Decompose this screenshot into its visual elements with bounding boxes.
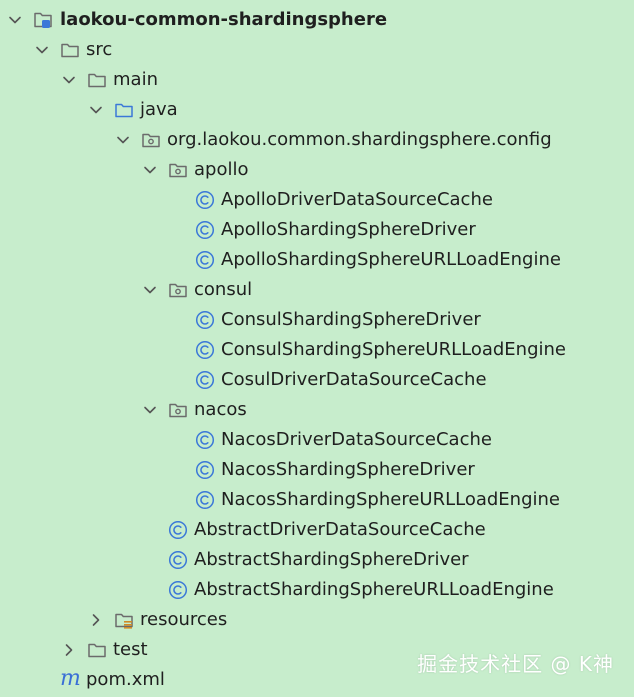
folder-icon bbox=[60, 40, 80, 60]
tree-node-class[interactable]: AbstractShardingSphereURLLoadEngine bbox=[0, 575, 634, 605]
maven-icon: m bbox=[60, 666, 81, 691]
package-icon bbox=[141, 130, 161, 150]
tree-node-label: test bbox=[113, 639, 148, 660]
class-icon bbox=[195, 490, 215, 510]
tree-node-class[interactable]: ApolloShardingSphereDriver bbox=[0, 215, 634, 245]
tree-node-nacos[interactable]: nacos bbox=[0, 395, 634, 425]
package-icon bbox=[168, 280, 188, 300]
tree-node-class[interactable]: CosulDriverDataSourceCache bbox=[0, 365, 634, 395]
tree-node-label: src bbox=[86, 39, 113, 60]
tree-node-class[interactable]: ApolloShardingSphereURLLoadEngine bbox=[0, 245, 634, 275]
resources-folder-icon bbox=[114, 610, 134, 630]
tree-node-consul[interactable]: consul bbox=[0, 275, 634, 305]
class-icon bbox=[195, 460, 215, 480]
tree-node-class[interactable]: AbstractShardingSphereDriver bbox=[0, 545, 634, 575]
folder-icon bbox=[87, 640, 107, 660]
class-name: CosulDriverDataSourceCache bbox=[221, 369, 487, 390]
tree-node-class[interactable]: NacosDriverDataSourceCache bbox=[0, 425, 634, 455]
class-name: ConsulShardingSphereDriver bbox=[221, 309, 481, 330]
chevron-right-icon[interactable] bbox=[87, 605, 105, 635]
tree-node-java[interactable]: java bbox=[0, 95, 634, 125]
tree-node-label: org.laokou.common.shardingsphere.config bbox=[167, 129, 552, 150]
class-name: ApolloShardingSphereDriver bbox=[221, 219, 476, 240]
tree-node-label: apollo bbox=[194, 159, 249, 180]
tree-node-label: main bbox=[113, 69, 158, 90]
class-name: AbstractDriverDataSourceCache bbox=[194, 519, 486, 540]
file-name: pom.xml bbox=[86, 669, 165, 690]
chevron-down-icon[interactable] bbox=[87, 95, 105, 125]
tree-node-label: consul bbox=[194, 279, 253, 300]
tree-node-resources[interactable]: resources bbox=[0, 605, 634, 635]
tree-node-apollo[interactable]: apollo bbox=[0, 155, 634, 185]
class-icon bbox=[168, 550, 188, 570]
class-icon bbox=[195, 310, 215, 330]
class-name: NacosShardingSphereURLLoadEngine bbox=[221, 489, 560, 510]
chevron-down-icon[interactable] bbox=[114, 125, 132, 155]
tree-node-root-module[interactable]: laokou-common-shardingsphere bbox=[0, 5, 634, 35]
module-folder-icon bbox=[33, 10, 53, 30]
project-tree: laokou-common-shardingsphere src main ja… bbox=[0, 5, 634, 695]
tree-node-class[interactable]: NacosShardingSphereDriver bbox=[0, 455, 634, 485]
class-name: AbstractShardingSphereDriver bbox=[194, 549, 469, 570]
class-icon bbox=[195, 340, 215, 360]
class-icon bbox=[195, 190, 215, 210]
class-name: NacosDriverDataSourceCache bbox=[221, 429, 492, 450]
chevron-down-icon[interactable] bbox=[60, 65, 78, 95]
chevron-down-icon[interactable] bbox=[141, 275, 159, 305]
chevron-right-icon[interactable] bbox=[60, 635, 78, 665]
class-name: ApolloShardingSphereURLLoadEngine bbox=[221, 249, 561, 270]
package-icon bbox=[168, 160, 188, 180]
tree-node-class[interactable]: ConsulShardingSphereDriver bbox=[0, 305, 634, 335]
class-icon bbox=[195, 370, 215, 390]
class-icon bbox=[195, 430, 215, 450]
tree-node-class[interactable]: NacosShardingSphereURLLoadEngine bbox=[0, 485, 634, 515]
tree-node-label: resources bbox=[140, 609, 228, 630]
class-icon bbox=[168, 520, 188, 540]
source-folder-icon bbox=[114, 100, 134, 120]
tree-node-class[interactable]: AbstractDriverDataSourceCache bbox=[0, 515, 634, 545]
tree-node-src[interactable]: src bbox=[0, 35, 634, 65]
folder-icon bbox=[87, 70, 107, 90]
class-icon bbox=[195, 220, 215, 240]
tree-node-class[interactable]: ApolloDriverDataSourceCache bbox=[0, 185, 634, 215]
class-name: NacosShardingSphereDriver bbox=[221, 459, 475, 480]
package-icon bbox=[168, 400, 188, 420]
class-icon bbox=[168, 580, 188, 600]
tree-node-class[interactable]: ConsulShardingSphereURLLoadEngine bbox=[0, 335, 634, 365]
tree-node-label: java bbox=[140, 99, 178, 120]
tree-node-main[interactable]: main bbox=[0, 65, 634, 95]
tree-node-package[interactable]: org.laokou.common.shardingsphere.config bbox=[0, 125, 634, 155]
chevron-down-icon[interactable] bbox=[141, 395, 159, 425]
tree-node-label: nacos bbox=[194, 399, 247, 420]
watermark: 掘金技术社区 @ K神 bbox=[417, 652, 614, 676]
module-name: laokou-common-shardingsphere bbox=[60, 9, 388, 30]
class-name: AbstractShardingSphereURLLoadEngine bbox=[194, 579, 554, 600]
chevron-down-icon[interactable] bbox=[33, 35, 51, 65]
chevron-down-icon[interactable] bbox=[6, 5, 24, 35]
class-icon bbox=[195, 250, 215, 270]
chevron-down-icon[interactable] bbox=[141, 155, 159, 185]
class-name: ApolloDriverDataSourceCache bbox=[221, 189, 493, 210]
class-name: ConsulShardingSphereURLLoadEngine bbox=[221, 339, 566, 360]
